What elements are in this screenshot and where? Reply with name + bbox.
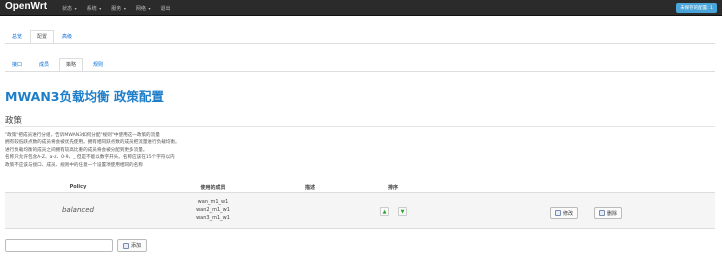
menu-status[interactable]: 状态 ▾ <box>62 5 77 12</box>
description-line: "政策"把成员进行分组，告诉MWAN3如何分配"规则"中使用这一政策的流量 <box>5 133 160 138</box>
tab-policies[interactable]: 策略 <box>59 58 84 71</box>
menu-logout[interactable]: 退出 <box>161 5 171 12</box>
primary-tabs-divider <box>5 43 715 44</box>
tab-configuration[interactable]: 配置 <box>30 30 55 43</box>
arrow-up-icon: ▲ <box>382 208 387 215</box>
unsaved-changes-badge[interactable]: 未保存的配置: 1 <box>676 3 717 13</box>
delete-icon <box>599 210 605 216</box>
policy-table-header: Policy 使用的成员 描述 排序 <box>5 184 715 192</box>
menu-network-label: 网络 <box>135 6 146 12</box>
section-title: 政策 <box>5 116 23 126</box>
menu-system[interactable]: 系统 ▾ <box>87 5 102 12</box>
menu-logout-label: 退出 <box>160 6 171 12</box>
table-row: balanced wan_m1_w1 wan2_m1_w1 wan3_m1_w1… <box>5 192 715 229</box>
primary-tabs: 总览 配置 高级 <box>5 30 80 43</box>
description-line: 进行负载均衡的成员之间拥有较高比重的成员将会被分配到更多流量。 <box>5 147 148 153</box>
tab-members[interactable]: 成员 <box>32 58 56 71</box>
move-up-button[interactable]: ▲ <box>380 207 389 216</box>
member-item: wan2_m1_w1 <box>196 207 230 213</box>
menu-network[interactable]: 网络 ▾ <box>136 5 151 12</box>
column-header-sort: 排序 <box>387 185 399 191</box>
section-description: "政策"把成员进行分组，告诉MWAN3如何分配"规则"中使用这一政策的流量 拥有… <box>5 132 180 169</box>
brand-logo[interactable]: OpenWrt <box>5 1 47 12</box>
description-line: 政策不应该与接口、成员、规则中的任意一个设置项使用相同的名称 <box>5 162 143 168</box>
arrow-down-icon: ▼ <box>400 208 405 215</box>
menu-services[interactable]: 服务 ▾ <box>111 5 126 12</box>
tab-interfaces[interactable]: 接口 <box>5 58 29 71</box>
chevron-down-icon: ▾ <box>99 6 102 11</box>
secondary-tabs-divider <box>5 71 715 72</box>
delete-button[interactable]: 删除 <box>594 207 623 219</box>
tab-rules[interactable]: 规则 <box>86 58 110 71</box>
tab-advanced[interactable]: 高级 <box>55 30 79 43</box>
tab-overview[interactable]: 总览 <box>5 30 29 43</box>
policy-name: balanced <box>61 206 95 214</box>
column-header-policy: Policy <box>69 184 87 190</box>
chevron-down-icon: ▾ <box>148 6 151 11</box>
chevron-down-icon: ▾ <box>123 6 126 11</box>
chevron-down-icon: ▾ <box>74 6 77 11</box>
policy-members: wan_m1_w1 wan2_m1_w1 wan3_m1_w1 <box>196 198 230 222</box>
edit-icon <box>555 210 561 216</box>
column-header-description: 描述 <box>304 185 316 191</box>
section-divider <box>5 126 715 127</box>
edit-button[interactable]: 修改 <box>550 207 579 219</box>
description-line: 拥有较低跃点数的成员将会被优先使用。拥有相同跃点数的成员把流量进行负载均衡。 <box>5 140 180 146</box>
member-item: wan3_m1_w1 <box>196 215 230 221</box>
description-line: 名称只允许包含A-Z、a-z、0-9、_ 但是不能以数字开头。名称应该在15个字… <box>5 155 175 161</box>
top-navbar: OpenWrt 状态 ▾ 系统 ▾ 服务 ▾ 网络 ▾ 退出 未保存的配置: 1 <box>0 0 722 16</box>
edit-button-label: 修改 <box>563 210 574 217</box>
move-down-button[interactable]: ▼ <box>398 207 407 216</box>
secondary-tabs: 接口 成员 策略 规则 <box>5 58 113 71</box>
menu-system-label: 系统 <box>86 6 97 12</box>
menu-services-label: 服务 <box>111 6 122 12</box>
add-button-label: 添加 <box>131 243 142 249</box>
add-icon <box>123 242 129 249</box>
add-button[interactable]: 添加 <box>117 239 148 252</box>
column-header-members: 使用的成员 <box>200 185 226 191</box>
new-policy-name-input[interactable] <box>5 239 113 252</box>
main-menu: 状态 ▾ 系统 ▾ 服务 ▾ 网络 ▾ 退出 <box>62 5 171 12</box>
menu-status-label: 状态 <box>62 6 73 12</box>
delete-button-label: 删除 <box>607 210 618 217</box>
member-item: wan_m1_w1 <box>197 199 229 205</box>
page-title: MWAN3负载均衡 政策配置 <box>5 89 164 104</box>
